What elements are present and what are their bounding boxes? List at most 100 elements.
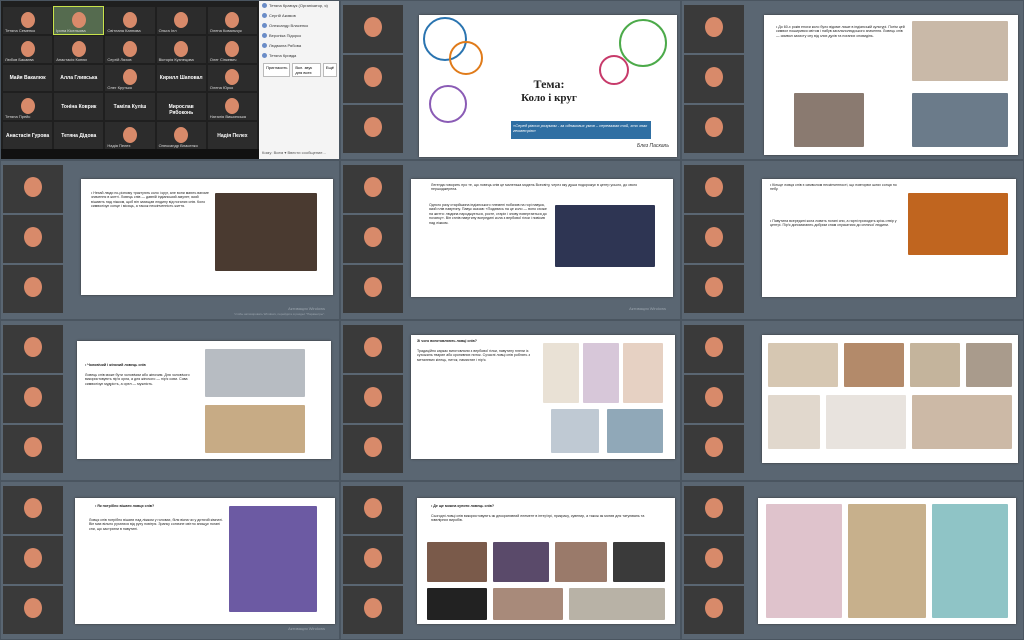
video-strip: [3, 165, 63, 315]
participant-tile[interactable]: Мирослав Рябоконь: [156, 93, 206, 121]
jewelry-image: [613, 542, 665, 582]
slide-content: • Чоловічий і жіночий ловець снів Ловець…: [77, 341, 331, 459]
dreamcatcher-image: [623, 343, 663, 403]
panel-button[interactable]: Ещё: [322, 63, 337, 77]
participant-tile[interactable]: Вікторія Кузнецова: [156, 35, 206, 63]
face-blur: [364, 177, 382, 197]
participant-name: Анастасія Конюх: [56, 56, 88, 62]
panel-participant-row[interactable]: Олександр Власенко: [259, 21, 339, 31]
face-blur: [174, 40, 189, 57]
panel-button[interactable]: Пригласить: [263, 63, 291, 77]
dreamcatcher-image: [583, 343, 619, 403]
interior-image: [826, 395, 906, 449]
video-thumb: [3, 265, 63, 313]
participant-tile[interactable]: Надія Пелех: [207, 122, 257, 149]
participant-tile[interactable]: Світлана Капнова: [105, 7, 155, 34]
participant-tile[interactable]: Олена Ковальчук: [207, 7, 257, 34]
video-thumb: [684, 375, 744, 423]
video-strip: [343, 5, 403, 155]
panel-participant-row[interactable]: Тетяна Кравчук (Організатор, я): [259, 1, 339, 11]
slide-tile-3: • До 60-х років епохи коло було відоме л…: [681, 0, 1024, 160]
video-thumb: [684, 536, 744, 584]
zoom-toolbar[interactable]: [1, 149, 259, 159]
participant-tile[interactable]: Алла Гливська: [54, 64, 104, 92]
participant-tile[interactable]: Ірина Кісельова: [53, 6, 105, 35]
circle-decor: [619, 19, 667, 67]
face-blur: [364, 437, 382, 457]
participant-tile[interactable]: Майя Вакалюк: [3, 64, 53, 92]
participant-tile[interactable]: Кирилл Шаповал: [156, 64, 206, 92]
windows-watermark-hint: Чтобы активировать Windows, перейдите в …: [234, 312, 325, 316]
quote-author: Блез Паскаль: [637, 143, 669, 149]
participant-tile[interactable]: Олег Сінкевич: [207, 35, 257, 63]
video-thumb: [684, 5, 744, 53]
slide-content: [762, 335, 1018, 463]
video-thumb: [3, 486, 63, 534]
windows-watermark: Активация Windows: [629, 306, 666, 311]
face-blur: [364, 227, 382, 247]
panel-participant-row[interactable]: Сергій Акимов: [259, 11, 339, 21]
face-blur: [71, 11, 86, 28]
participant-name-large: Надія Пелех: [217, 132, 248, 139]
participant-tile[interactable]: Анастасія Гурова: [3, 122, 53, 149]
owl-image: [205, 349, 305, 397]
participant-name: Ірина Кісельова: [56, 27, 86, 33]
participant-tile[interactable]: Наталія Вишинська: [207, 93, 257, 121]
participant-tile[interactable]: Тетяна Дідова: [54, 122, 104, 149]
video-thumb: [343, 105, 403, 153]
participant-tile[interactable]: Олександр Власенко: [156, 122, 206, 149]
slide-text: • Павутина всередині кола ловить погані …: [770, 219, 897, 228]
slide-heading: • Де ще можна купити ловець снів?: [431, 504, 495, 508]
participant-tile[interactable]: Ольга Ілл: [156, 7, 206, 34]
face-blur: [24, 498, 42, 518]
interior-image: [768, 395, 820, 449]
panel-participant-row[interactable]: Тетяна Кривда: [259, 51, 339, 61]
participant-tile[interactable]: Сергій Ляхов: [105, 35, 155, 63]
face-blur: [364, 498, 382, 518]
participant-tile[interactable]: Тоніна Коврик: [54, 93, 104, 121]
video-thumb: [684, 105, 744, 153]
participant-tile[interactable]: Надія Пелех: [105, 122, 155, 149]
face-blur: [174, 11, 189, 28]
face-blur: [122, 69, 137, 86]
slide-content: Легенда говорить про те, що ловець снів …: [411, 179, 673, 297]
participant-tile[interactable]: Любов Бакаєва: [3, 35, 53, 63]
dreamcatcher-image: [551, 409, 599, 453]
face-blur: [174, 127, 189, 143]
participant-name: Наталія Вишинська: [209, 114, 247, 120]
face-blur: [705, 117, 723, 137]
slide-content: • Нехай люди по-різному трактують коло і…: [81, 179, 333, 295]
slide-tile-title: Тема: Коло і круг «Серед рівних розумом …: [340, 0, 681, 160]
sunset-dreamcatcher-image: [908, 193, 1008, 255]
face-blur: [24, 277, 42, 297]
interior-image: [844, 343, 904, 387]
panel-button[interactable]: Вкл. звук для всех: [292, 63, 321, 77]
participant-name: Олег Крутько: [107, 85, 133, 91]
face-blur: [225, 69, 240, 86]
participant-tile[interactable]: Олег Крутько: [105, 64, 155, 92]
slide-heading: Легенда говорить про те, що ловець снів …: [431, 183, 638, 192]
video-thumb: [3, 375, 63, 423]
participant-name-large: Тетяна Дідова: [61, 132, 97, 139]
video-strip: [684, 486, 744, 636]
participant-tile[interactable]: Таміла Куліш: [105, 93, 155, 121]
participant-tile[interactable]: Тетяна Семенко: [3, 7, 53, 34]
face-blur: [705, 277, 723, 297]
participant-tile[interactable]: Анастасія Конюх: [54, 35, 104, 63]
participant-name-large: Кирилл Шаповал: [159, 75, 203, 82]
chat-input[interactable]: Кому: Всем ▾ Ввести сообщение...: [262, 150, 338, 155]
participant-tile[interactable]: Тетяна Прейс: [3, 93, 53, 121]
slide-text: Одного разу старійшина індіанського плем…: [429, 203, 547, 225]
video-thumb: [684, 165, 744, 213]
video-thumb: [684, 486, 744, 534]
participant-tile[interactable]: Олена Юрко: [207, 64, 257, 92]
video-thumb: [343, 165, 403, 213]
panel-participant-row[interactable]: Вероніка Підорко: [259, 31, 339, 41]
panel-participant-row[interactable]: Людмила Рябова: [259, 41, 339, 51]
face-blur: [364, 337, 382, 357]
participant-name: Олег Сінкевич: [209, 56, 237, 62]
face-blur: [24, 598, 42, 618]
video-thumb: [343, 486, 403, 534]
interior-image: [966, 343, 1012, 387]
face-blur: [122, 40, 137, 57]
